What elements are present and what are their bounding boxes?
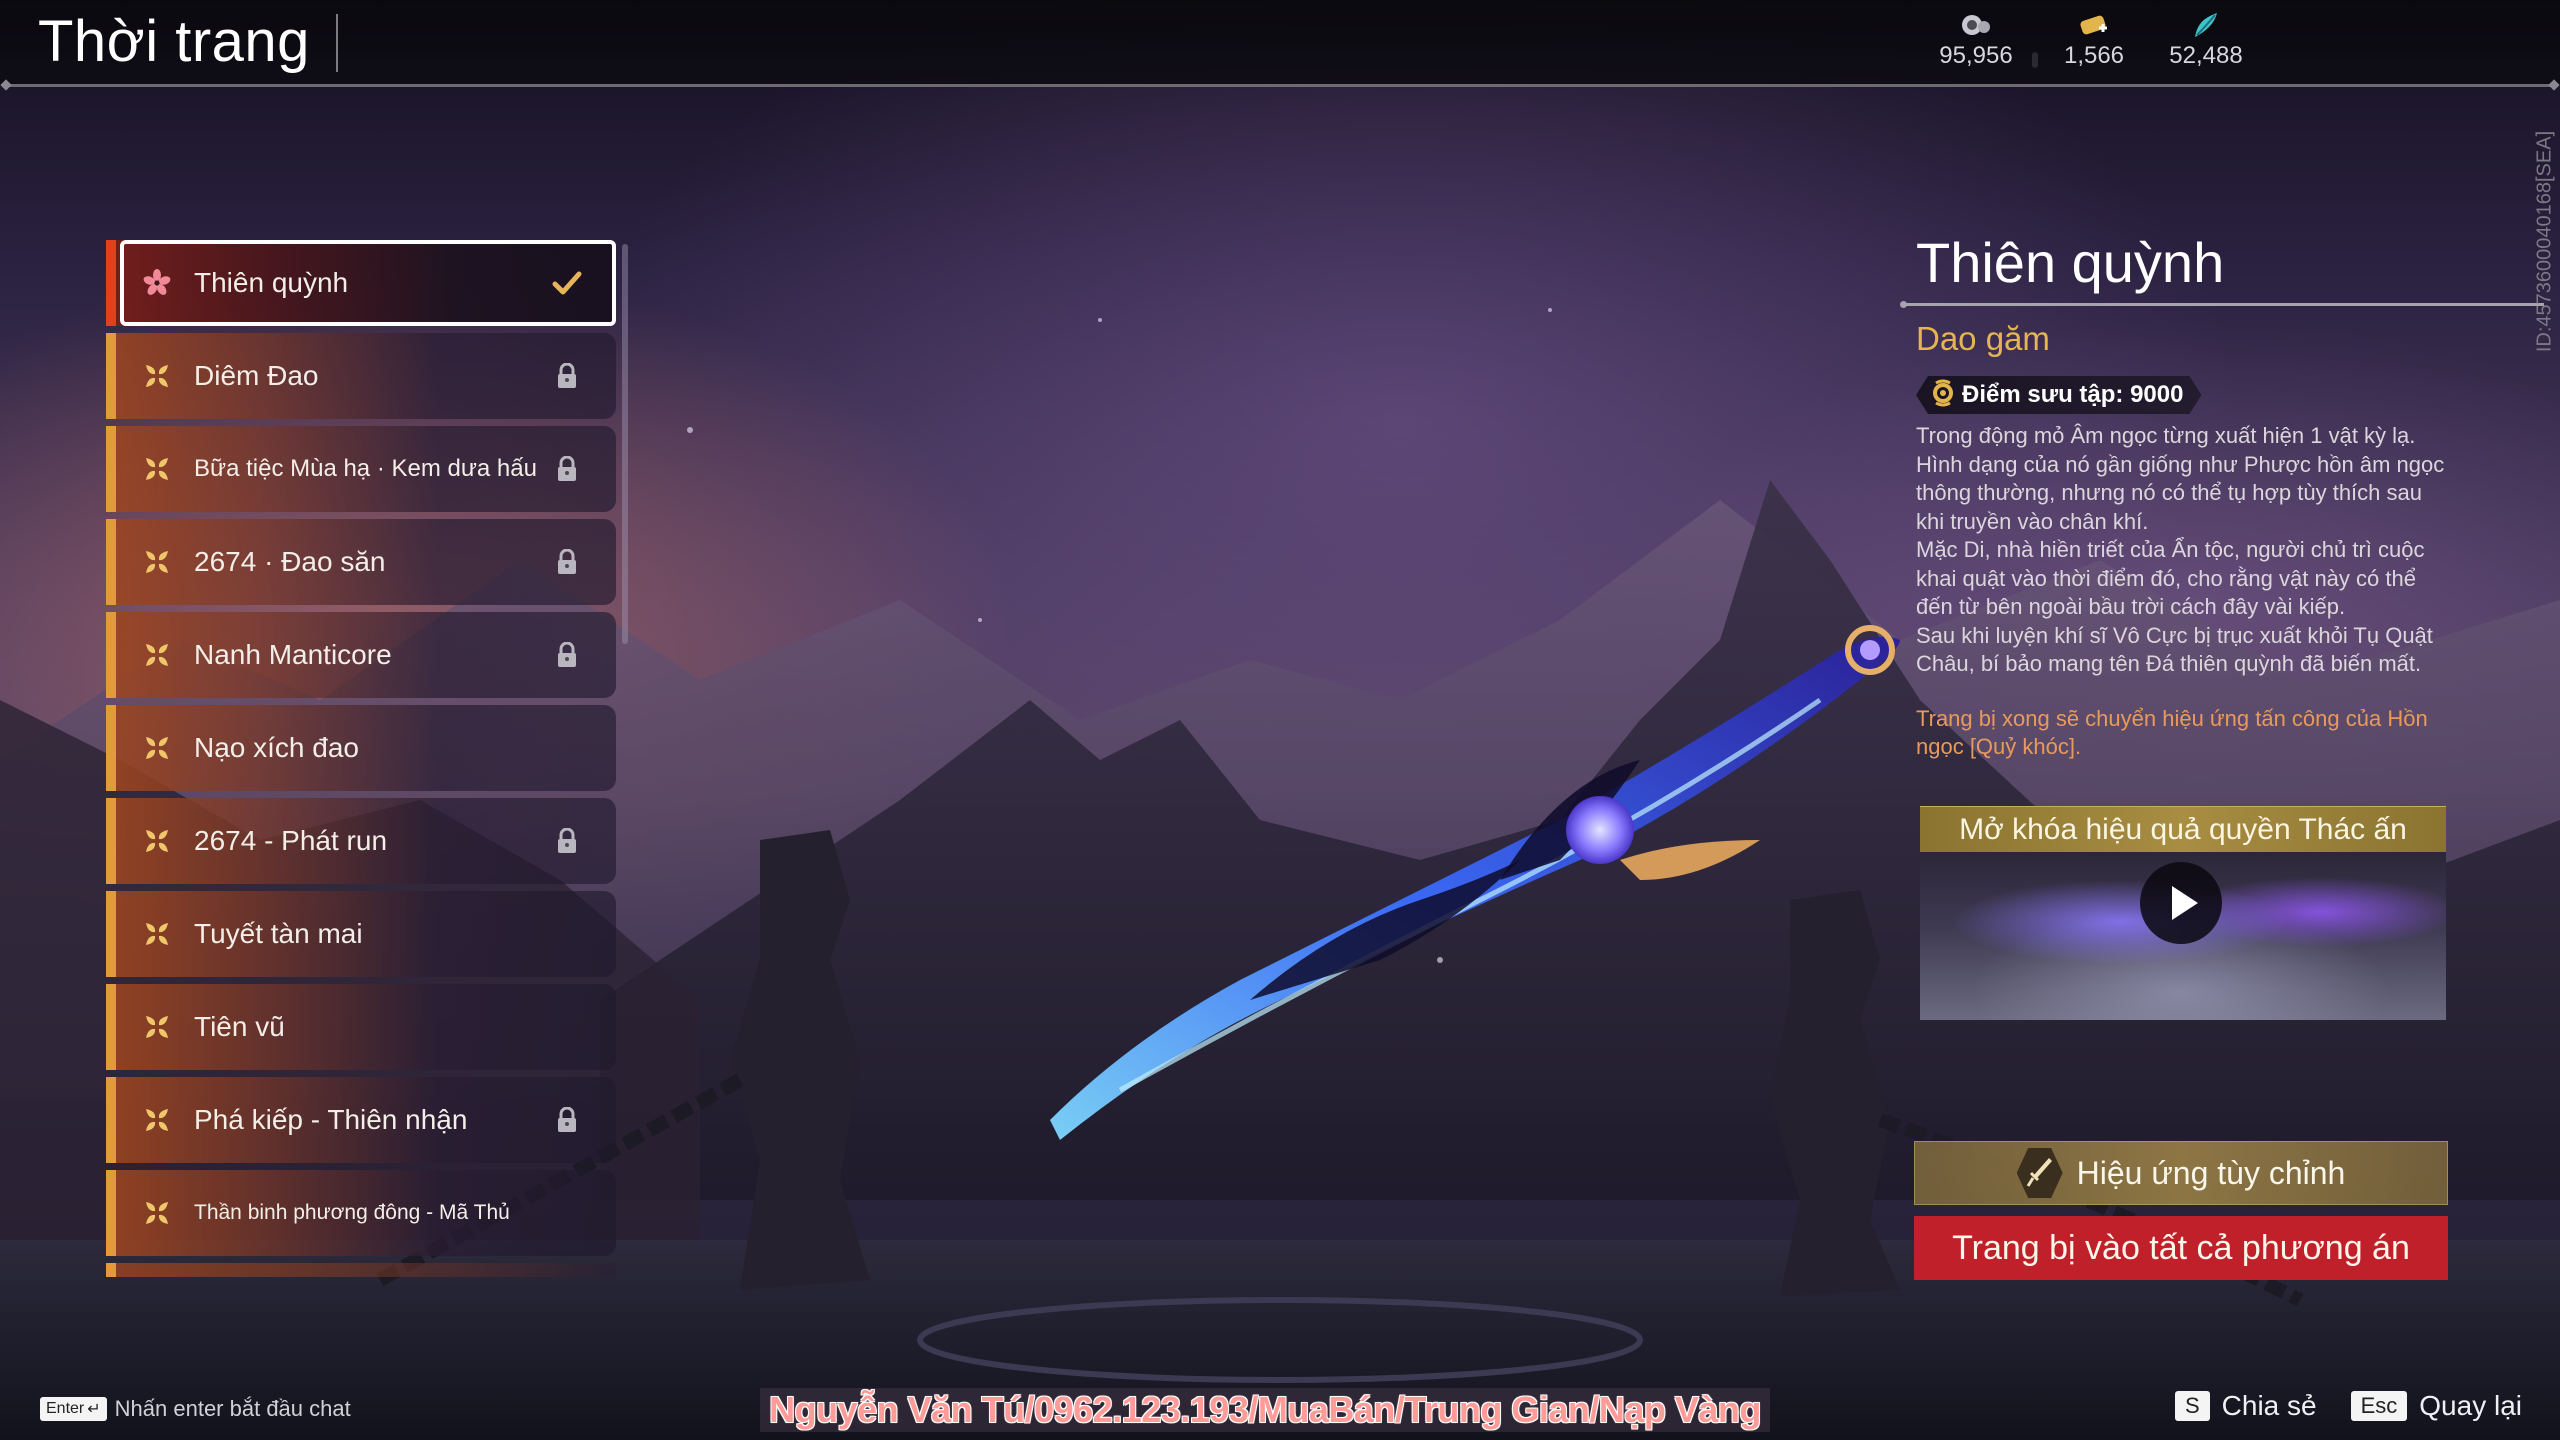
list-item-label: 2674 · Đao săn: [194, 546, 386, 577]
enter-key-label: Enter: [46, 1400, 85, 1417]
server-id-text: ID:4573600040168[SEA]: [2533, 130, 2556, 353]
gold-flower-icon: [142, 454, 172, 484]
list-item-label: Thần binh phương đông - Mã Thủ: [194, 1201, 510, 1224]
video-thumbnail[interactable]: [1920, 852, 2446, 1020]
sword-icon: [2016, 1148, 2063, 1198]
collection-points-icon: [1930, 379, 1956, 412]
currency-jade[interactable]: 52,488: [2150, 12, 2262, 70]
lock-icon: [552, 826, 582, 856]
seller-watermark: Nguyễn Văn Tú/0962.123.193/MuaBán/Trung …: [760, 1388, 1770, 1432]
list-item-label: Diêm Đao: [194, 360, 319, 391]
list-item-label: 2674 - Phát run: [194, 825, 388, 856]
list-item-nanh-manticore[interactable]: Nanh Manticore: [106, 612, 616, 698]
effect-preview-video[interactable]: Mở khóa hiệu quả quyền Thác ấn: [1920, 806, 2446, 1020]
lock-icon: [552, 454, 582, 484]
back-action[interactable]: Esc Quay lại: [2350, 1390, 2522, 1422]
list-item-partial[interactable]: [106, 1263, 616, 1277]
gold-flower-icon: [142, 1198, 172, 1228]
list-item-than-binh-phuong-dong[interactable]: Thần binh phương đông - Mã Thủ: [106, 1170, 616, 1256]
play-icon: [2172, 886, 2198, 920]
lock-icon: [552, 361, 582, 391]
list-item-tien-vu[interactable]: Tiên vũ: [106, 984, 616, 1070]
lock-icon: [552, 547, 582, 577]
top-bar: Thời trang 95,956 1,566 52,488: [0, 0, 2560, 87]
list-item-label: Tuyết tàn mai: [194, 918, 363, 949]
list-item-diem-dao[interactable]: Diêm Đao: [106, 333, 616, 419]
back-label: Quay lại: [2419, 1390, 2522, 1421]
gold-flower-icon: [142, 640, 172, 670]
list-item-pha-kiep-thien-nhan[interactable]: Phá kiếp - Thiên nhận: [106, 1077, 616, 1163]
lock-icon: [552, 1105, 582, 1135]
currency-silver-value: 95,956: [1939, 42, 2013, 69]
list-item-label: Nạo xích đao: [194, 732, 359, 763]
gold-flower-icon: [142, 1105, 172, 1135]
item-description: Trong động mỏ Âm ngọc từng xuất hiện 1 v…: [1916, 423, 2445, 676]
weapon-type: Dao găm: [1916, 320, 2050, 357]
currency-silver[interactable]: 95,956: [1920, 12, 2032, 70]
lock-icon: [552, 640, 582, 670]
list-item-nao-xich-dao[interactable]: Nạo xích đao: [106, 705, 616, 791]
list-item-tuyet-tan-mai[interactable]: Tuyết tàn mai: [106, 891, 616, 977]
play-button[interactable]: [2140, 862, 2222, 944]
chat-hint[interactable]: Enter ↵ Nhấn enter bắt đầu chat: [40, 1396, 351, 1422]
equip-effect-note: Trang bị xong sẽ chuyển hiệu ứng tấn côn…: [1916, 705, 2428, 760]
list-item-label: Nanh Manticore: [194, 639, 392, 670]
share-label: Chia sẻ: [2221, 1390, 2317, 1421]
list-item-label: Bữa tiệc Mùa hạ · Kem dưa hấu: [194, 455, 537, 482]
esc-key[interactable]: Esc: [2350, 1391, 2408, 1421]
detail-divider: [1900, 301, 2544, 308]
share-key[interactable]: S: [2174, 1391, 2210, 1421]
detail-title: Thiên quỳnh: [1916, 231, 2225, 294]
collection-points-badge: Điểm sưu tập: 9000: [1916, 376, 2201, 414]
gold-flower-icon: [142, 733, 172, 763]
list-item-label: Thiên quỳnh: [194, 267, 349, 298]
currency-bar: 95,956 1,566 52,488: [1920, 12, 2262, 70]
list-item-2674-phat-run[interactable]: 2674 - Phát run: [106, 798, 616, 884]
currency-gold[interactable]: 1,566: [2038, 12, 2150, 70]
list-item-label: Tiên vũ: [194, 1011, 285, 1042]
top-bar-divider: [8, 84, 2552, 87]
list-item-thien-quynh[interactable]: Thiên quỳnh: [106, 240, 616, 326]
silver-coin-icon: [1959, 12, 1993, 38]
gold-flower-icon: [142, 919, 172, 949]
return-arrow-icon: ↵: [87, 1401, 101, 1418]
list-item-bua-tiec-mua-ha[interactable]: Bữa tiệc Mùa hạ · Kem dưa hấu: [106, 426, 616, 512]
list-item-label: Phá kiếp - Thiên nhận: [194, 1104, 468, 1135]
collection-points-text: Điểm sưu tập: 9000: [1962, 381, 2184, 408]
custom-effect-button[interactable]: Hiệu ứng tùy chỉnh: [1914, 1141, 2448, 1205]
custom-effect-label: Hiệu ứng tùy chỉnh: [2076, 1154, 2346, 1191]
checkmark-icon: [552, 268, 582, 298]
gold-flower-icon: [142, 826, 172, 856]
list-scrollbar[interactable]: [622, 244, 628, 644]
gold-ingot-icon: [2077, 12, 2111, 38]
equip-all-presets-button[interactable]: Trang bị vào tất cả phương án: [1914, 1216, 2448, 1280]
share-action[interactable]: S Chia sẻ: [2174, 1390, 2317, 1422]
currency-gold-value: 1,566: [2063, 42, 2125, 69]
gold-flower-icon: [142, 1012, 172, 1042]
footer-actions: S Chia sẻ Esc Quay lại: [2174, 1390, 2522, 1422]
currency-jade-value: 52,488: [2169, 42, 2243, 69]
gold-flower-icon: [142, 361, 172, 391]
detail-panel: Thiên quỳnh Dao găm Điểm sưu tập: 9000 T…: [1900, 230, 2556, 762]
page-title: Thời trang: [38, 9, 310, 74]
title-divider: [336, 14, 338, 72]
jade-feather-icon: [2189, 12, 2223, 38]
enter-key[interactable]: Enter ↵: [40, 1397, 107, 1421]
chat-hint-text: Nhấn enter bắt đầu chat: [114, 1396, 351, 1421]
gold-flower-icon: [142, 547, 172, 577]
pink-flower-icon: [142, 268, 172, 298]
list-item-2674-dao-san[interactable]: 2674 · Đao săn: [106, 519, 616, 605]
skin-list: Thiên quỳnh Diêm Đao Bữa tiệc Mùa hạ · K…: [106, 240, 616, 1277]
video-title: Mở khóa hiệu quả quyền Thác ấn: [1920, 806, 2446, 852]
server-id: ID:4573600040168[SEA]: [2530, 120, 2560, 360]
